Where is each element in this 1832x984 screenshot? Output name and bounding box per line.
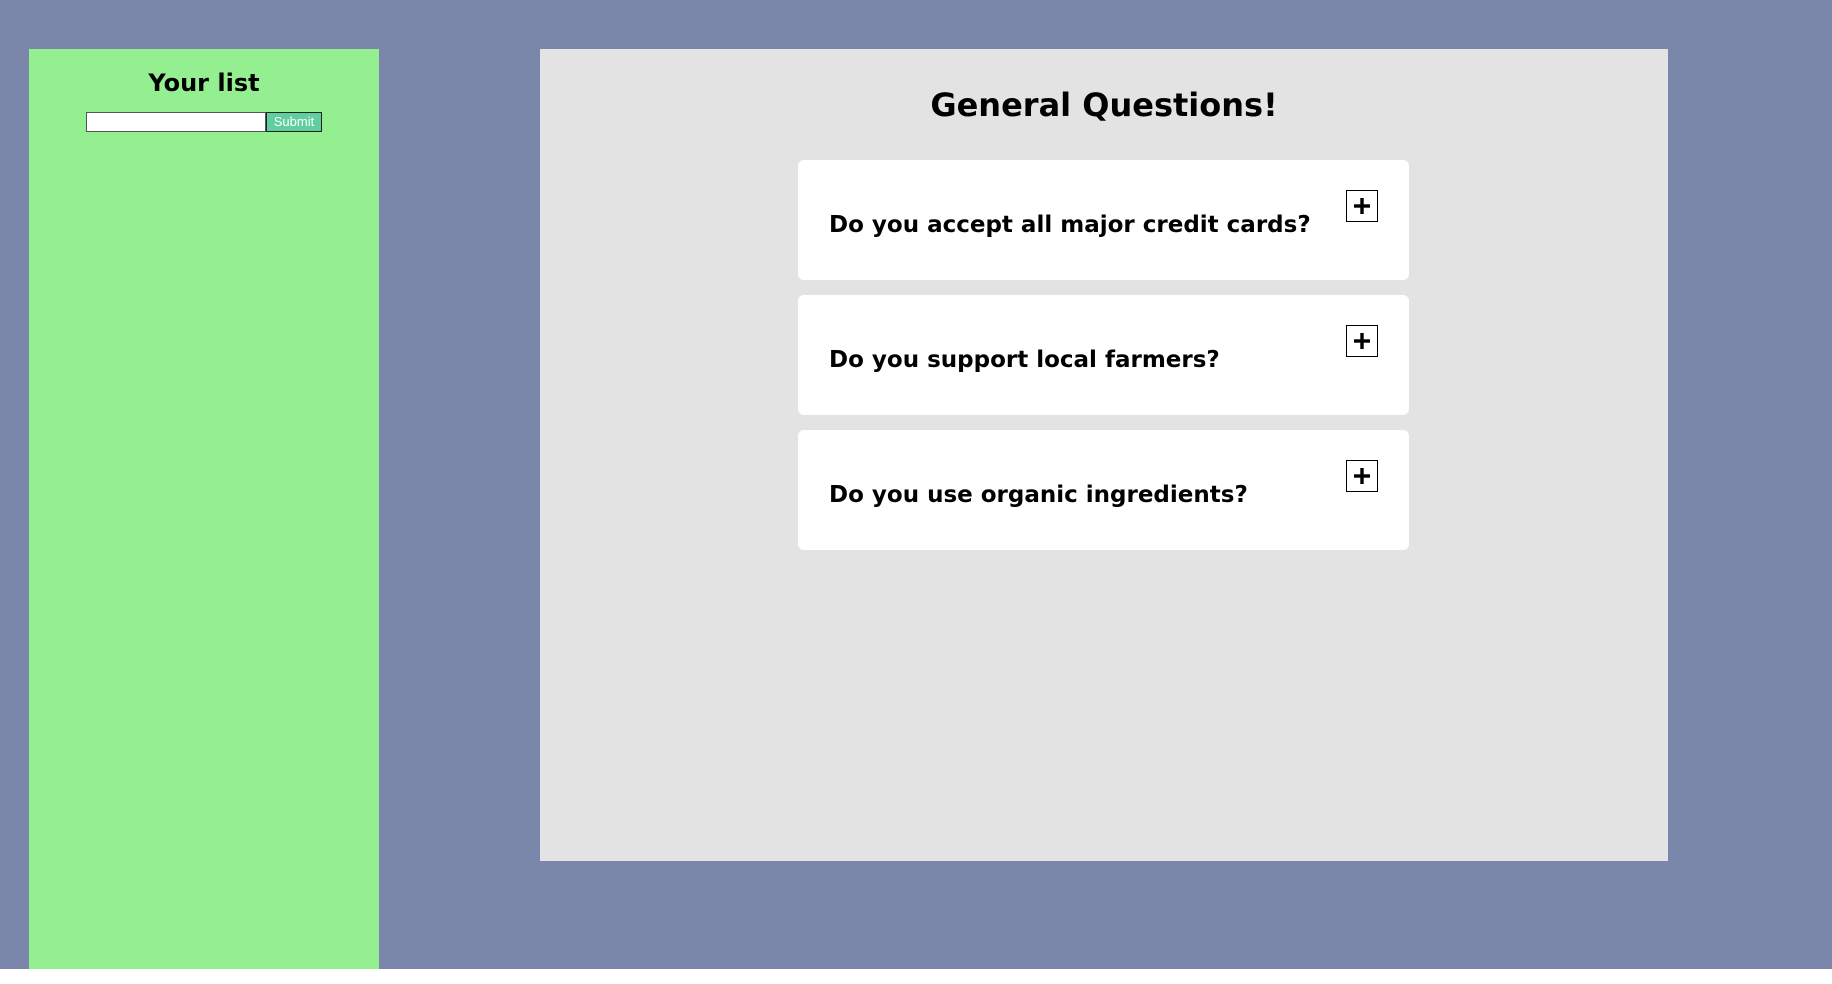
faq-panel: General Questions! Do you accept all maj… xyxy=(540,49,1668,861)
expand-toggle-button[interactable] xyxy=(1346,325,1378,357)
sidebar: Your list Submit xyxy=(29,49,379,969)
faq-item: Do you accept all major credit cards? xyxy=(798,160,1409,280)
sidebar-title: Your list xyxy=(148,69,260,97)
faq-question: Do you accept all major credit cards? xyxy=(829,212,1311,238)
plus-icon xyxy=(1354,468,1370,484)
faq-question: Do you use organic ingredients? xyxy=(829,482,1248,508)
expand-toggle-button[interactable] xyxy=(1346,460,1378,492)
faq-item: Do you support local farmers? xyxy=(798,295,1409,415)
list-form: Submit xyxy=(29,112,379,132)
page-title: General Questions! xyxy=(930,86,1278,124)
faq-list: Do you accept all major credit cards? Do… xyxy=(798,160,1409,565)
list-item-input[interactable] xyxy=(85,112,266,132)
faq-item: Do you use organic ingredients? xyxy=(798,430,1409,550)
plus-icon xyxy=(1354,333,1370,349)
expand-toggle-button[interactable] xyxy=(1346,190,1378,222)
faq-question: Do you support local farmers? xyxy=(829,347,1220,373)
submit-button[interactable]: Submit xyxy=(265,112,323,132)
plus-icon xyxy=(1354,198,1370,214)
